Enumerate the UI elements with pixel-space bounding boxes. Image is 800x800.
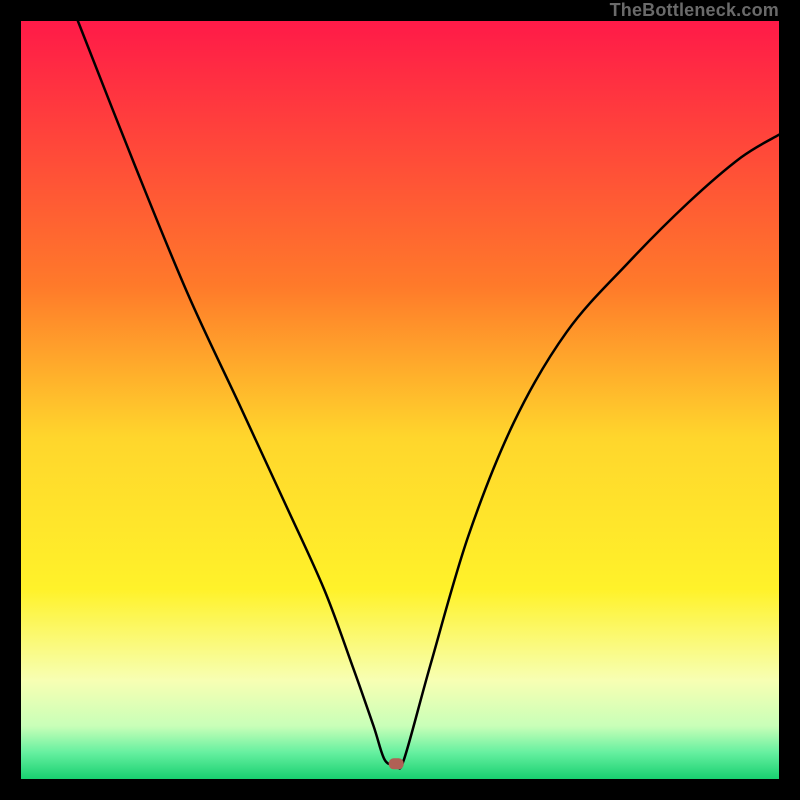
plot-svg — [21, 21, 779, 779]
optimal-marker — [389, 758, 404, 769]
watermark-label: TheBottleneck.com — [610, 0, 779, 21]
plot-area — [21, 21, 779, 779]
chart-frame: TheBottleneck.com — [0, 0, 800, 800]
gradient-background — [21, 21, 779, 779]
